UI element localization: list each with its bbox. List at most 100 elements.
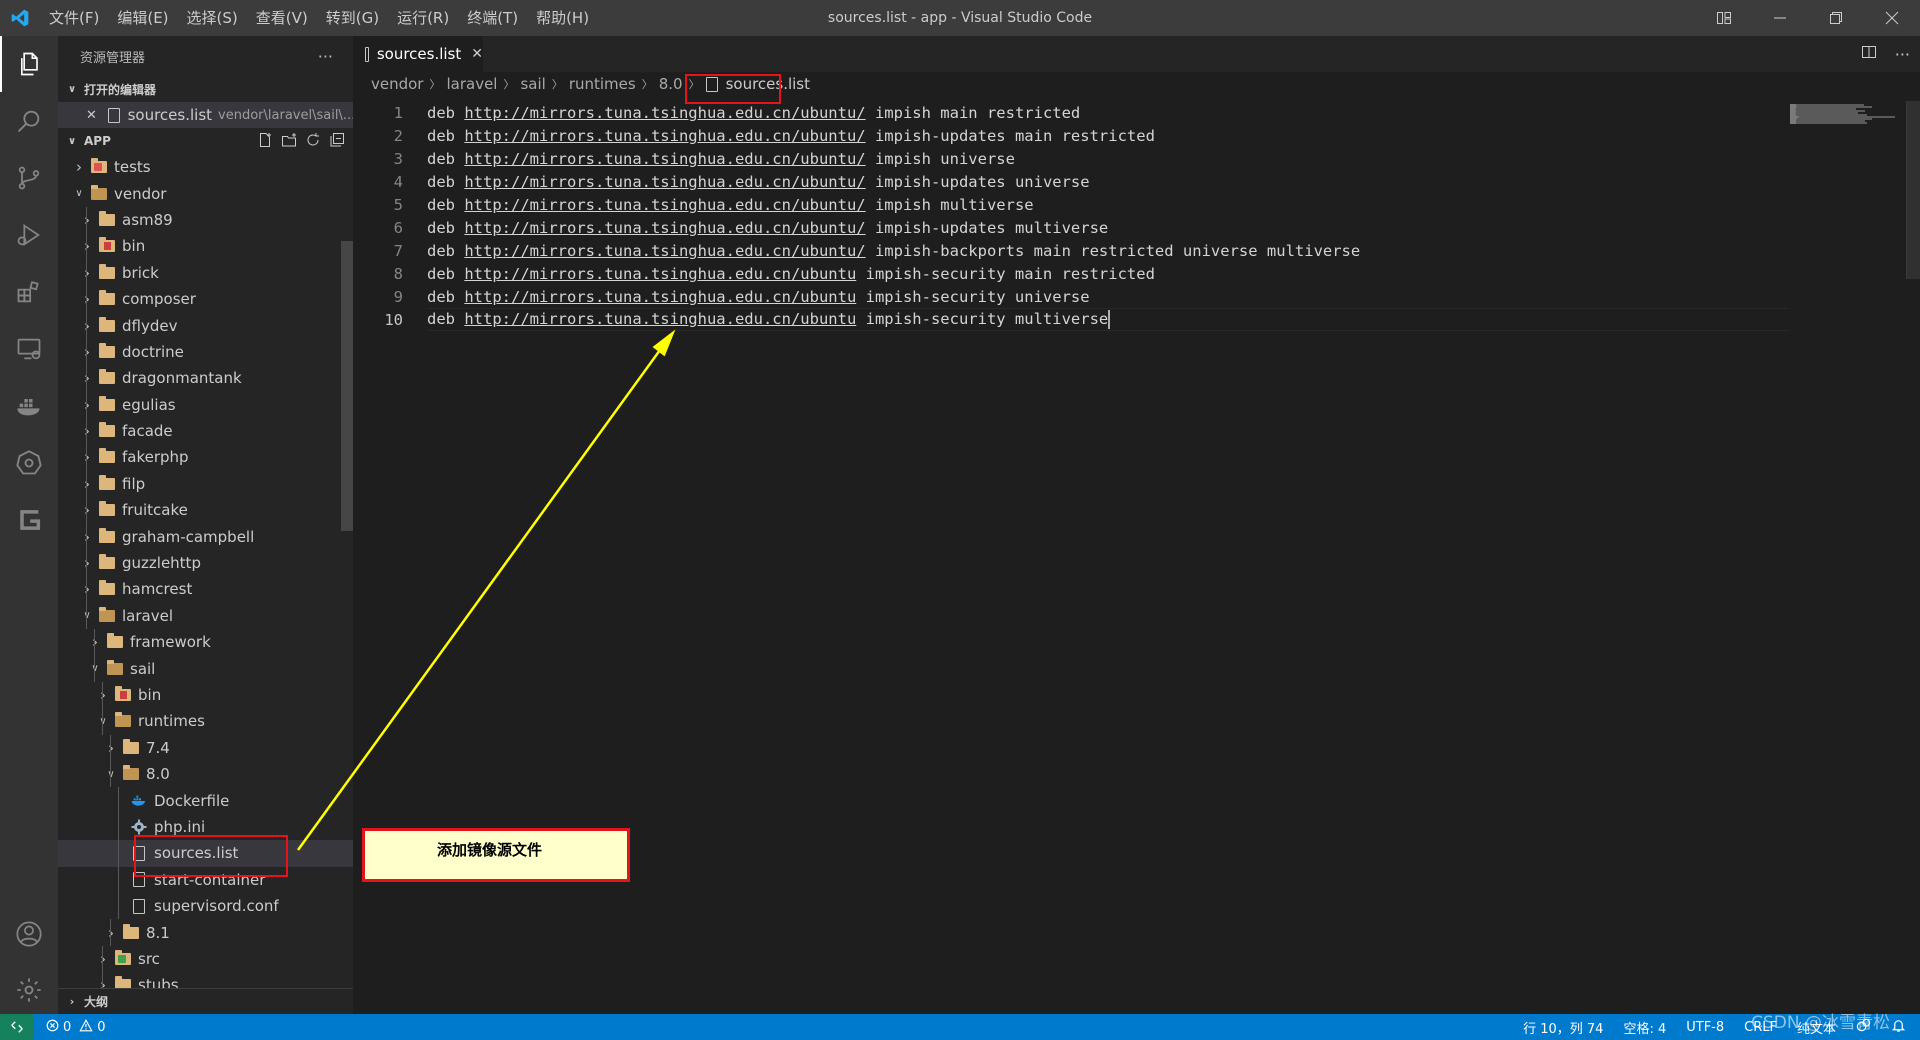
url-link[interactable]: http://mirrors.tuna.tsinghua.edu.cn/ubun… — [464, 288, 856, 306]
search-icon[interactable] — [0, 93, 58, 149]
open-editors-header[interactable]: ∨ 打开的编辑器 — [58, 76, 353, 102]
sidebar-scrollbar[interactable] — [341, 241, 353, 531]
code-line[interactable]: 3 deb http://mirrors.tuna.tsinghua.edu.cn… — [353, 147, 1920, 170]
editor-scrollbar[interactable] — [1906, 101, 1920, 279]
tree-item[interactable]: ›sources.list — [58, 840, 353, 867]
tree-item[interactable]: › tests — [58, 154, 353, 180]
code-line[interactable]: 7 deb http://mirrors.tuna.tsinghua.edu.cn… — [353, 239, 1920, 262]
restore-button[interactable] — [1808, 0, 1864, 36]
tree-item[interactable]: › fruitcake — [58, 497, 353, 524]
url-link[interactable]: http://mirrors.tuna.tsinghua.edu.cn/ubun… — [464, 150, 865, 168]
url-link[interactable]: http://mirrors.tuna.tsinghua.edu.cn/ubun… — [464, 127, 865, 145]
more-actions-icon[interactable]: ··· — [318, 47, 333, 66]
tree-item[interactable]: ›php.ini — [58, 813, 353, 841]
menu-item[interactable]: 文件(F) — [40, 0, 108, 36]
feedback-icon[interactable] — [1856, 1018, 1871, 1037]
tree-item[interactable]: › bin — [58, 233, 353, 260]
split-editor-icon[interactable] — [1861, 44, 1877, 64]
tree-item[interactable]: › egulias — [58, 391, 353, 418]
layout-icon[interactable] — [1696, 0, 1752, 36]
close-editor-icon[interactable]: ✕ — [86, 108, 102, 123]
explorer-icon[interactable] — [0, 36, 58, 92]
code-editor[interactable]: 1 deb http://mirrors.tuna.tsinghua.edu.cn… — [353, 101, 1920, 331]
url-link[interactable]: http://mirrors.tuna.tsinghua.edu.cn/ubun… — [464, 310, 856, 328]
tree-item[interactable]: › 7.4 — [58, 734, 353, 761]
app-folder-header[interactable]: ∨ APP — [58, 128, 353, 154]
tree-item[interactable]: › src — [58, 945, 353, 973]
menu-item[interactable]: 帮助(H) — [527, 0, 598, 36]
tree-item[interactable]: ›start-container — [58, 866, 353, 893]
url-link[interactable]: http://mirrors.tuna.tsinghua.edu.cn/ubun… — [464, 173, 865, 191]
code-line[interactable]: 6 deb http://mirrors.tuna.tsinghua.edu.cn… — [353, 216, 1920, 239]
indentation[interactable]: 空格: 4 — [1623, 1018, 1666, 1037]
refresh-icon[interactable] — [305, 132, 321, 151]
notifications-icon[interactable] — [1891, 1018, 1906, 1037]
menu-item[interactable]: 编辑(E) — [108, 0, 177, 36]
breadcrumb-file[interactable]: sources.list — [705, 75, 810, 93]
tree-item[interactable]: ∨ sail — [58, 655, 353, 682]
tree-item[interactable]: ›Dockerfile — [58, 787, 353, 814]
code-line[interactable]: 4 deb http://mirrors.tuna.tsinghua.edu.cn… — [353, 170, 1920, 193]
remote-explorer-icon[interactable] — [0, 321, 58, 377]
collapse-all-icon[interactable] — [329, 132, 345, 151]
gitlens-icon[interactable] — [0, 492, 58, 548]
more-actions-icon[interactable]: ··· — [1895, 45, 1910, 64]
new-file-icon[interactable] — [257, 132, 273, 151]
tree-item[interactable]: › framework — [58, 629, 353, 656]
menu-item[interactable]: 查看(V) — [247, 0, 317, 36]
url-link[interactable]: http://mirrors.tuna.tsinghua.edu.cn/ubun… — [464, 265, 856, 283]
outline-header[interactable]: › 大纲 — [58, 988, 353, 1014]
breadcrumb-item[interactable]: laravel — [446, 75, 497, 93]
code-line[interactable]: 5 deb http://mirrors.tuna.tsinghua.edu.cn… — [353, 193, 1920, 216]
breadcrumb-item[interactable]: 8.0 — [659, 75, 683, 93]
source-control-icon[interactable] — [0, 150, 58, 206]
tree-item[interactable]: ∨ runtimes — [58, 708, 353, 735]
run-debug-icon[interactable] — [0, 207, 58, 263]
tree-item[interactable]: › bin — [58, 681, 353, 709]
tab-sources-list[interactable]: sources.list ✕ — [353, 36, 483, 72]
tree-item[interactable]: › asm89 — [58, 206, 353, 234]
tree-item[interactable]: › dragonmantank — [58, 365, 353, 392]
menu-item[interactable]: 终端(T) — [458, 0, 527, 36]
code-line[interactable]: 8 deb http://mirrors.tuna.tsinghua.edu.cn… — [353, 262, 1920, 285]
settings-gear-icon[interactable] — [0, 962, 58, 1018]
cursor-position[interactable]: 行 10，列 74 — [1523, 1018, 1603, 1037]
tree-item[interactable]: › dflydev — [58, 312, 353, 339]
code-line[interactable]: 10 deb http://mirrors.tuna.tsinghua.edu.c… — [353, 308, 1920, 331]
open-editor-item[interactable]: ✕ sources.list vendor\laravel\sail\... — [58, 102, 353, 128]
new-folder-icon[interactable] — [281, 132, 297, 151]
language-mode[interactable]: 纯文本 — [1797, 1018, 1836, 1037]
tree-item[interactable]: ∨ 8.0 — [58, 760, 353, 788]
tree-item[interactable]: › guzzlehttp — [58, 549, 353, 577]
tree-item[interactable]: › 8.1 — [58, 919, 353, 946]
tree-item[interactable]: › hamcrest — [58, 576, 353, 603]
account-icon[interactable] — [0, 906, 58, 962]
tree-item[interactable]: › filp — [58, 470, 353, 498]
code-line[interactable]: 9 deb http://mirrors.tuna.tsinghua.edu.cn… — [353, 285, 1920, 308]
tree-item[interactable]: ∨ vendor — [58, 180, 353, 206]
breadcrumb-item[interactable]: sail — [520, 75, 545, 93]
close-tab-icon[interactable]: ✕ — [471, 46, 483, 62]
tree-item[interactable]: › composer — [58, 285, 353, 313]
remote-indicator-icon[interactable] — [0, 1014, 34, 1040]
end-of-line[interactable]: CRLF — [1744, 1020, 1777, 1035]
code-line[interactable]: 2 deb http://mirrors.tuna.tsinghua.edu.cn… — [353, 124, 1920, 147]
code-line[interactable]: 1 deb http://mirrors.tuna.tsinghua.edu.cn… — [353, 101, 1920, 124]
minimize-button[interactable] — [1752, 0, 1808, 36]
vscode-logo-icon[interactable] — [0, 0, 40, 36]
breadcrumb-item[interactable]: runtimes — [569, 75, 636, 93]
tree-item[interactable]: › fakerphp — [58, 444, 353, 471]
tree-item[interactable]: › graham-campbell — [58, 523, 353, 550]
problems-indicator[interactable]: 0 0 — [34, 1018, 106, 1036]
menu-item[interactable]: 运行(R) — [388, 0, 458, 36]
tree-item[interactable]: › facade — [58, 417, 353, 445]
close-window-button[interactable] — [1864, 0, 1920, 36]
docker-icon[interactable] — [0, 378, 58, 434]
kubernetes-icon[interactable] — [0, 435, 58, 491]
url-link[interactable]: http://mirrors.tuna.tsinghua.edu.cn/ubun… — [464, 242, 865, 260]
tree-item[interactable]: ›supervisord.conf — [58, 892, 353, 920]
minimap[interactable] — [1790, 104, 1900, 124]
menu-item[interactable]: 选择(S) — [178, 0, 247, 36]
tree-item[interactable]: ∨ laravel — [58, 602, 353, 630]
url-link[interactable]: http://mirrors.tuna.tsinghua.edu.cn/ubun… — [464, 196, 865, 214]
